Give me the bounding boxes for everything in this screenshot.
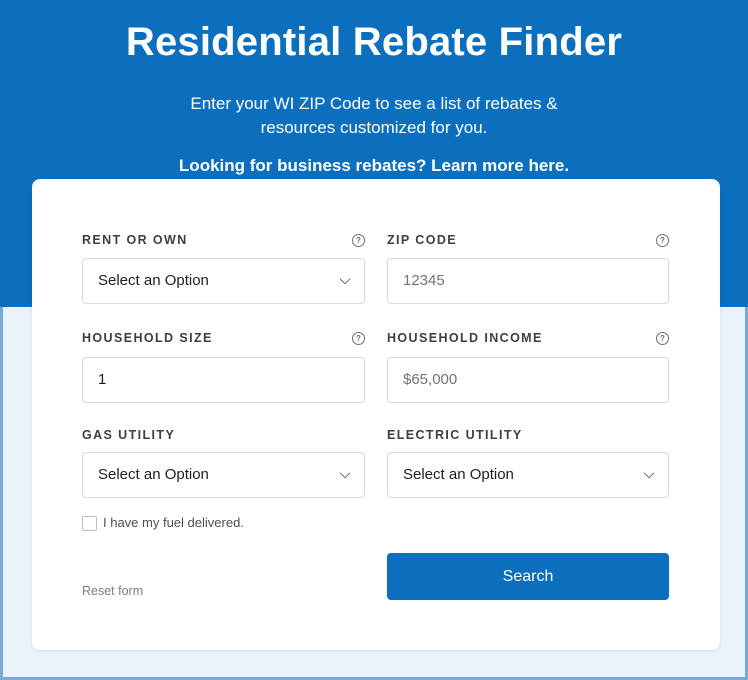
household-size-label: HOUSEHOLD SIZE [82, 331, 213, 345]
household-size-help-icon[interactable]: ? [352, 332, 365, 345]
gas-utility-label: GAS UTILITY [82, 428, 176, 442]
fuel-delivered-label[interactable]: I have my fuel delivered. [103, 515, 244, 530]
rent-or-own-value: Select an Option [98, 272, 209, 289]
household-income-placeholder: $65,000 [403, 371, 458, 388]
household-size-input[interactable]: 1 [82, 357, 365, 403]
page-subtitle: Enter your WI ZIP Code to see a list of … [0, 92, 748, 140]
household-size-value: 1 [98, 371, 107, 388]
electric-utility-select[interactable]: Select an Option [387, 452, 669, 498]
page-title: Residential Rebate Finder [125, 20, 623, 64]
rent-or-own-label: RENT OR OWN [82, 233, 188, 247]
reset-form-link[interactable]: Reset form [82, 584, 143, 598]
zip-code-input[interactable]: 12345 [387, 258, 669, 304]
chevron-down-icon [339, 467, 351, 479]
subtitle-line-1: Enter your WI ZIP Code to see a list of … [190, 94, 558, 113]
electric-utility-value: Select an Option [403, 466, 514, 483]
electric-utility-label: ELECTRIC UTILITY [387, 428, 523, 442]
chevron-down-icon [339, 273, 351, 285]
fuel-delivered-checkbox[interactable] [82, 516, 97, 531]
chevron-down-icon [643, 467, 655, 479]
business-rebates-link[interactable]: Looking for business rebates? Learn more… [0, 156, 748, 176]
subtitle-line-2: resources customized for you. [260, 118, 488, 137]
rent-or-own-help-icon[interactable]: ? [352, 234, 365, 247]
zip-code-label: ZIP CODE [387, 233, 458, 247]
rent-or-own-select[interactable]: Select an Option [82, 258, 365, 304]
gas-utility-select[interactable]: Select an Option [82, 452, 365, 498]
search-button[interactable]: Search [387, 553, 669, 600]
household-income-label: HOUSEHOLD INCOME [387, 331, 543, 345]
household-income-help-icon[interactable]: ? [656, 332, 669, 345]
gas-utility-value: Select an Option [98, 466, 209, 483]
zip-code-placeholder: 12345 [403, 272, 445, 289]
household-income-input[interactable]: $65,000 [387, 357, 669, 403]
zip-code-help-icon[interactable]: ? [656, 234, 669, 247]
